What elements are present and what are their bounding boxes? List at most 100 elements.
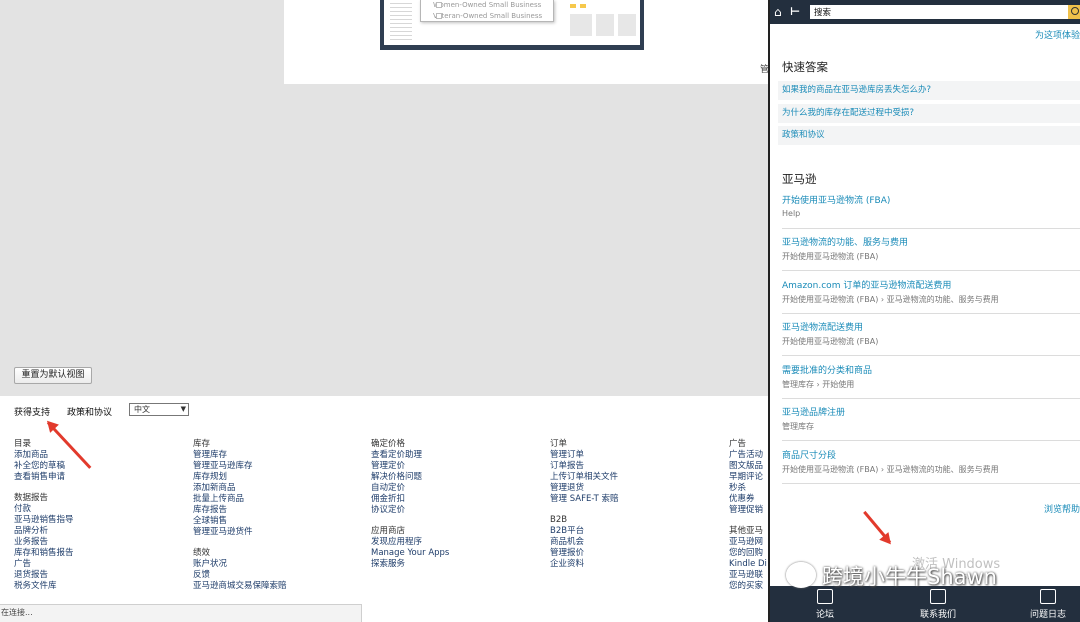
footer-link[interactable]: 解决价格问题 (371, 472, 449, 483)
footer-link[interactable]: 亚马逊销售指导 (14, 515, 74, 526)
footer-link[interactable]: 反馈 (193, 570, 287, 581)
get-support-link[interactable]: 获得支持 (14, 405, 50, 418)
footer-link[interactable]: 管理库存 (193, 450, 287, 461)
help-result-item[interactable]: Amazon.com 订单的亚马逊物流配送费用开始使用亚马逊物流 (FBA) ›… (782, 278, 1080, 305)
footer-link[interactable]: 亚马逊网 (729, 537, 767, 548)
policy-link[interactable]: 政策和协议 (67, 405, 112, 418)
divider (782, 355, 1080, 356)
footer-link[interactable]: 佣金折扣 (371, 494, 449, 505)
help-result-breadcrumb: 开始使用亚马逊物流 (FBA) › 亚马逊物流的功能、服务与费用 (782, 295, 999, 304)
footer-link[interactable]: 全球销售 (193, 516, 287, 527)
footer-link[interactable]: 发现应用程序 (371, 537, 449, 548)
forum-button[interactable]: 论坛 (790, 586, 860, 622)
footer-link[interactable]: 付款 (14, 504, 74, 515)
footer-link[interactable]: 秒杀 (729, 483, 767, 494)
contact-us-button[interactable]: 联系我们 (900, 586, 976, 622)
footer-link[interactable]: 添加商品 (14, 450, 74, 461)
help-result-title[interactable]: 亚马逊品牌注册 (782, 405, 1080, 418)
footer-link[interactable]: 查看销售申请 (14, 472, 74, 483)
footer-column-heading: 确定价格 (371, 439, 406, 449)
footer-link[interactable]: 管理亚马逊库存 (193, 461, 287, 472)
footer-link[interactable]: 添加新商品 (193, 483, 287, 494)
help-result-item[interactable]: 亚马逊物流的功能、服务与费用 开始使用亚马逊物流 (FBA) (782, 235, 1080, 262)
help-search-input[interactable] (810, 5, 1068, 19)
quick-answer-item[interactable]: 如果我的商品在亚马逊库房丢失怎么办? (778, 81, 1080, 100)
footer-link[interactable]: 亚马逊商城交易保障索赔 (193, 581, 287, 592)
issue-log-button[interactable]: 问题日志 (1014, 586, 1080, 622)
footer-link[interactable]: 库存报告 (193, 505, 287, 516)
footer-link[interactable]: B2B平台 (550, 526, 619, 537)
help-result-item[interactable]: 亚马逊物流配送费用开始使用亚马逊物流 (FBA) (782, 320, 1080, 347)
footer-link[interactable]: 批量上传商品 (193, 494, 287, 505)
footer-link[interactable]: 业务报告 (14, 537, 74, 548)
footer-link[interactable]: 广告活动 (729, 450, 767, 461)
footer-link[interactable]: 库存规划 (193, 472, 287, 483)
log-icon (1040, 589, 1056, 604)
footer-link[interactable]: 协议定价 (371, 505, 449, 516)
footer-link[interactable]: 管理订单 (550, 450, 619, 461)
help-result-item[interactable]: 需要批准的分类和商品 管理库存 › 开始使用 (782, 363, 1080, 390)
footer-link[interactable]: 上传订单相关文件 (550, 472, 619, 483)
footer-link[interactable]: 查看定价助理 (371, 450, 449, 461)
help-result-breadcrumb: 开始使用亚马逊物流 (FBA) › 亚马逊物流的功能、服务与费用 (782, 465, 999, 474)
footer-column: 库存 管理库存 管理亚马逊库存 库存规划 添加新商品 批量上传商品 库存报告 全球销售 管理亚马… (193, 439, 287, 592)
footer-link[interactable]: 管理促销 (729, 505, 767, 516)
quick-answer-item[interactable]: 政策和协议 (778, 126, 1080, 145)
help-result-item[interactable]: 亚马逊品牌注册 管理库存 (782, 405, 1080, 432)
footer-column-heading: B2B (550, 515, 568, 525)
help-result-title[interactable]: 开始使用亚马逊物流 (FBA) (782, 193, 1080, 206)
quick-answers-heading: 快速答案 (782, 60, 828, 74)
status-text: 在连接... (1, 608, 33, 617)
footer-link[interactable]: 商品机会 (550, 537, 619, 548)
footer-link[interactable]: 您的买家 (729, 581, 767, 592)
footer-column: 订单 管理订单 订单报告 上传订单相关文件 管理退货 管理 SAFE-T 索赔 B2B B2B… (550, 439, 619, 570)
language-value: 中文 (134, 405, 150, 414)
quick-answer-item[interactable]: 为什么我的库存在配送过程中受损? (778, 104, 1080, 123)
language-select[interactable]: 中文 ▼ (129, 403, 189, 416)
seller-central-page: Women-Owned Small Business Veteran-Owned… (0, 0, 768, 622)
footer-link[interactable]: 企业资料 (550, 559, 619, 570)
footer-link[interactable]: 图文版品 (729, 461, 767, 472)
footer-link[interactable]: 库存和销售报告 (14, 548, 74, 559)
footer-link[interactable]: 管理亚马逊货件 (193, 527, 287, 538)
footer-link[interactable]: 管理定价 (371, 461, 449, 472)
footer-link[interactable]: 早期评论 (729, 472, 767, 483)
help-result-title[interactable]: 需要批准的分类和商品 (782, 363, 1080, 376)
footer-link[interactable]: 账户状况 (193, 559, 287, 570)
footer-column: 确定价格 查看定价助理 管理定价 解决价格问题 自动定价 佣金折扣 协议定价 应用商店 发现应用… (371, 439, 449, 570)
footer-link[interactable]: 管理 SAFE-T 索赔 (550, 494, 619, 505)
topic-feedback-link[interactable]: 为这项体验 (1035, 28, 1080, 41)
footer-link[interactable]: 退货报告 (14, 570, 74, 581)
footer-link[interactable]: 管理报价 (550, 548, 619, 559)
forum-icon (817, 589, 833, 604)
help-result-title[interactable]: 亚马逊物流配送费用 (782, 320, 1080, 333)
footer-link[interactable]: 您的回购 (729, 548, 767, 559)
help-bottom-bar: 论坛 联系我们 问题日志 (770, 586, 1080, 622)
wechat-icon (786, 562, 816, 588)
footer-link[interactable]: 广告 (14, 559, 74, 570)
footer-link[interactable]: 订单报告 (550, 461, 619, 472)
reset-default-view-button[interactable]: 重置为默认视图 (14, 367, 92, 384)
help-result-title[interactable]: 商品尺寸分段 (782, 448, 1080, 461)
help-result-item[interactable]: 商品尺寸分段开始使用亚马逊物流 (FBA) › 亚马逊物流的功能、服务与费用 (782, 448, 1080, 475)
truncated-link[interactable]: 管 (760, 62, 768, 75)
help-result-title[interactable]: Amazon.com 订单的亚马逊物流配送费用 (782, 278, 1080, 291)
home-icon[interactable]: ⌂ (774, 5, 786, 19)
footer-column: 广告 广告活动 图文版品 早期评论 秒杀 优惠券 管理促销 其他亚马 亚马逊网 您的回购 Kindl… (729, 439, 767, 592)
footer-link[interactable]: 探索服务 (371, 559, 449, 570)
footer-link[interactable]: 管理退货 (550, 483, 619, 494)
footer-link[interactable]: 补全您的草稿 (14, 461, 74, 472)
footer-link[interactable]: 自动定价 (371, 483, 449, 494)
search-icon[interactable] (1068, 5, 1080, 19)
browse-help-link[interactable]: 浏览帮助 (1044, 502, 1080, 515)
footer-link[interactable]: 优惠券 (729, 494, 767, 505)
help-result-breadcrumb: 开始使用亚马逊物流 (FBA) (782, 337, 879, 346)
footer-link[interactable]: 品牌分析 (14, 526, 74, 537)
footer-link[interactable]: 亚马逊联 (729, 570, 767, 581)
footer-link[interactable]: Manage Your Apps (371, 548, 449, 559)
footer-link[interactable]: Kindle Di (729, 559, 767, 570)
footer-link[interactable]: 税务文件库 (14, 581, 74, 592)
help-result-title[interactable]: 亚马逊物流的功能、服务与费用 (782, 235, 1080, 248)
jump-to-icon[interactable]: ⊢ (790, 5, 804, 19)
help-result-item[interactable]: 开始使用亚马逊物流 (FBA) Help (782, 193, 1080, 218)
